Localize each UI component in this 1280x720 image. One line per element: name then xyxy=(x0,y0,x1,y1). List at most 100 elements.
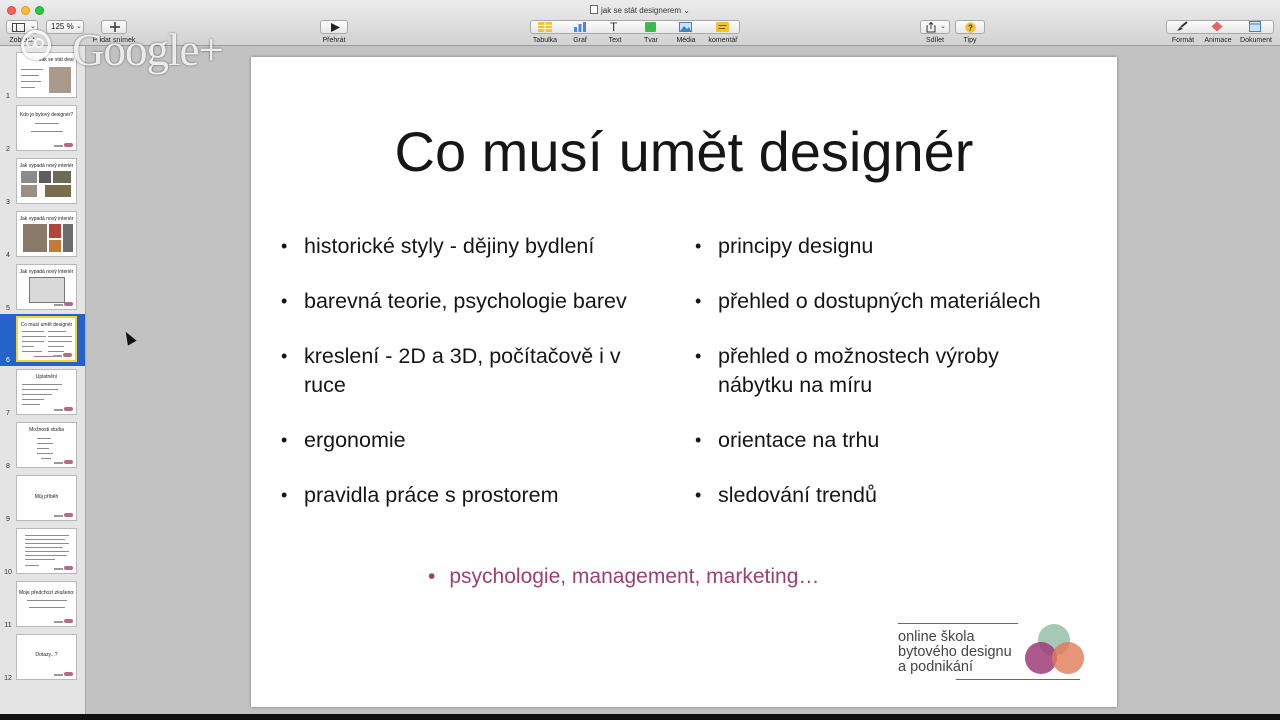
zoom-window-button[interactable] xyxy=(35,6,44,15)
slide-thumb xyxy=(16,528,77,574)
format-brush-icon[interactable] xyxy=(1176,21,1188,32)
animate-icon[interactable] xyxy=(1211,21,1223,32)
slide-number: 7 xyxy=(6,410,10,417)
google-plus-watermark: Google+ xyxy=(72,25,224,75)
slide-title[interactable]: Co musí umět designér xyxy=(251,119,1117,184)
thumb-title: Jak vypadá nový interiér xyxy=(19,216,74,222)
tips-label: Tipy xyxy=(963,37,977,44)
slide-thumb: Dotazy...? xyxy=(16,634,77,680)
current-slide[interactable]: Co musí umět designér historické styly -… xyxy=(251,57,1117,707)
chevron-down-icon: ⌄ xyxy=(30,23,36,30)
slide-thumbnail-7[interactable]: Uplatnění 7 xyxy=(0,367,85,419)
bullet-item[interactable]: kreslení - 2D a 3D, počítačově i v ruce xyxy=(281,342,641,400)
window-title: jak se stát designerem ⌄ xyxy=(560,5,720,15)
slide-thumb: Kdo je bytový designér? xyxy=(16,105,77,151)
format-label: Formát xyxy=(1171,37,1195,44)
slide-number: 8 xyxy=(6,463,10,470)
slide-thumbnail-8[interactable]: Možnosti studia 8 xyxy=(0,420,85,472)
bullet-item[interactable]: přehled o dostupných materiálech xyxy=(695,287,1105,316)
bullet-item[interactable]: principy designu xyxy=(695,232,1105,261)
slide-thumbnail-3[interactable]: Jak vypadá nový interiér 3 xyxy=(0,156,85,208)
help-icon: ? xyxy=(965,22,976,33)
tips-button[interactable]: ? xyxy=(955,20,985,34)
bottom-strip xyxy=(0,714,1280,720)
slide-thumbnail-9[interactable]: Můj příběh 9 xyxy=(0,473,85,525)
keynote-window: jak se stát designerem ⌄ ⌄ Zobrazit 125 … xyxy=(0,0,1280,714)
share-icon xyxy=(926,22,936,33)
minimize-window-button[interactable] xyxy=(21,6,30,15)
slide-thumbnail-2[interactable]: Kdo je bytový designér? 2 xyxy=(0,103,85,155)
logo-top-line xyxy=(898,623,1018,624)
document-icon[interactable] xyxy=(1249,21,1261,32)
bullet-item[interactable]: pravidla práce s prostorem xyxy=(281,481,681,510)
thumb-title: Uplatnění xyxy=(35,374,58,380)
chart-icon[interactable] xyxy=(574,22,586,32)
slide-thumb: Co musí umět designér xyxy=(16,316,77,362)
svg-text:?: ? xyxy=(968,24,973,33)
sub-bullet[interactable]: • psychologie, management, marketing… xyxy=(428,565,819,589)
comment-label: komentář xyxy=(708,37,738,44)
slide-thumbnail-4[interactable]: Jak vypadá nový interiér 4 xyxy=(0,209,85,261)
slide-thumb: Moje předchozí zkušenosti... xyxy=(16,581,77,627)
slide-thumb: Můj příběh xyxy=(16,475,77,521)
slide-thumbnail-11[interactable]: Moje předchozí zkušenosti... 11 xyxy=(0,579,85,631)
thumb-title: Co musí umět designér xyxy=(20,322,73,328)
shape-icon[interactable] xyxy=(645,22,656,32)
slide-number: 11 xyxy=(4,622,12,629)
bullet-item[interactable]: ergonomie xyxy=(281,426,681,455)
text-label: Text xyxy=(608,37,622,44)
table-label: Tabulka xyxy=(532,37,558,44)
slide-number: 1 xyxy=(6,93,10,100)
shape-label: Tvar xyxy=(644,37,658,44)
slide-thumbnail-5[interactable]: Jak vypadá nový interiér 5 xyxy=(0,262,85,314)
animate-label: Animace xyxy=(1204,37,1232,44)
logo-orange-circle xyxy=(1052,642,1084,674)
slide-number: 6 xyxy=(6,357,10,364)
logo-bottom-line xyxy=(956,679,1080,680)
slide-number: 10 xyxy=(4,569,12,576)
play-icon xyxy=(331,23,340,32)
logo-text-line: bytového designu xyxy=(898,644,1012,660)
comment-icon[interactable] xyxy=(716,22,729,32)
zoom-value: 125 % xyxy=(51,22,74,31)
thumb-title: Jak se stát designérem? xyxy=(39,57,74,63)
slide-navigator: Jak se stát designérem? 1 Kdo je bytový … xyxy=(0,46,86,714)
bullet-item[interactable]: přehled o možnostech výroby nábytku na m… xyxy=(695,342,1055,400)
sub-bullet-text: psychologie, management, marketing… xyxy=(449,565,820,588)
slide-thumb: Jak vypadá nový interiér xyxy=(16,264,77,310)
document-icon xyxy=(590,5,598,14)
share-button[interactable]: ⌄ xyxy=(920,20,950,34)
play-label: Přehrát xyxy=(322,37,346,44)
table-icon[interactable] xyxy=(538,22,552,32)
chevron-down-icon[interactable]: ⌄ xyxy=(683,6,690,15)
thumb-title: Jak vypadá nový interiér xyxy=(19,269,74,275)
thumb-title: Možnosti studia xyxy=(29,427,64,433)
media-label: Média xyxy=(676,37,696,44)
bullet-item[interactable]: orientace na trhu xyxy=(695,426,1105,455)
slide-number: 2 xyxy=(6,146,10,153)
google-plus-hangout-icon xyxy=(21,30,51,60)
thumb-title: Moje předchozí zkušenosti... xyxy=(19,590,74,596)
play-button[interactable] xyxy=(320,20,348,34)
chevron-down-icon: ⌄ xyxy=(940,23,946,30)
media-icon[interactable] xyxy=(679,22,692,32)
slide-thumbnail-10[interactable]: 10 xyxy=(0,526,85,578)
slide-thumb: Jak vypadá nový interiér xyxy=(16,211,77,257)
slide-number: 3 xyxy=(6,199,10,206)
bullet-list-left[interactable]: historické styly - dějiny bydlení barevn… xyxy=(281,232,681,510)
bullet-list-right[interactable]: principy designu přehled o dostupných ma… xyxy=(695,232,1105,510)
slide-thumb: Jak vypadá nový interiér xyxy=(16,158,77,204)
slide-thumbnail-6[interactable]: Co musí umět designér 6 xyxy=(0,314,85,366)
bullet-item[interactable]: historické styly - dějiny bydlení xyxy=(281,232,681,261)
bullet-item[interactable]: sledování trendů xyxy=(695,481,1105,510)
close-window-button[interactable] xyxy=(7,6,16,15)
slide-thumb: Jak se stát designérem? xyxy=(16,52,77,98)
slide-thumbnail-12[interactable]: Dotazy...? 12 xyxy=(0,632,85,684)
bullet-item[interactable]: barevná teorie, psychologie barev xyxy=(281,287,681,316)
slide-number: 5 xyxy=(6,305,10,312)
slide-thumb: Možnosti studia xyxy=(16,422,77,468)
document-label: Dokument xyxy=(1240,37,1272,44)
slide-number: 4 xyxy=(6,252,10,259)
text-icon[interactable]: T xyxy=(610,20,617,34)
logo-text-line: online škola xyxy=(898,629,975,645)
